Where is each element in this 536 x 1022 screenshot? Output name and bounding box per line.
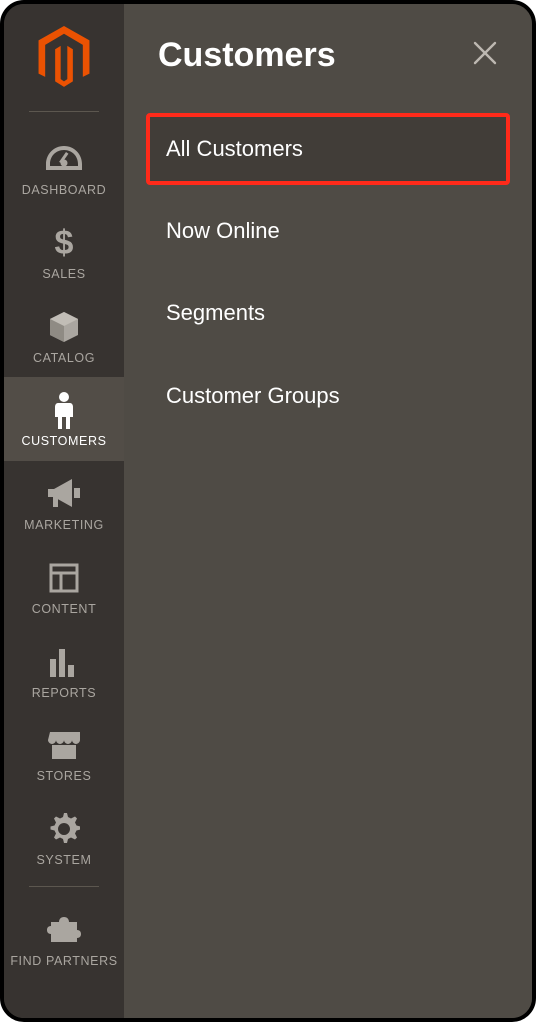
submenu-item-label: Now Online	[166, 219, 490, 243]
gear-icon	[43, 808, 85, 850]
dollar-icon: $	[43, 222, 85, 264]
submenu-item-all-customers[interactable]: All Customers	[146, 113, 510, 185]
nav-label: REPORTS	[32, 687, 96, 701]
divider	[29, 111, 99, 112]
nav-label: CONTENT	[32, 603, 97, 617]
submenu-item-label: All Customers	[166, 137, 490, 161]
layout-icon	[43, 557, 85, 599]
nav-item-catalog[interactable]: CATALOG	[4, 294, 124, 378]
submenu-item-label: Segments	[166, 301, 490, 325]
sidebar: DASHBOARD $ SALES CATALOG	[4, 4, 124, 1018]
box-icon	[43, 306, 85, 348]
submenu-item-now-online[interactable]: Now Online	[146, 195, 510, 267]
person-icon	[43, 389, 85, 431]
nav-item-system[interactable]: SYSTEM	[4, 796, 124, 880]
nav-item-stores[interactable]: STORES	[4, 712, 124, 796]
megaphone-icon	[43, 473, 85, 515]
app-frame: DASHBOARD $ SALES CATALOG	[0, 0, 536, 1022]
submenu-item-customer-groups[interactable]: Customer Groups	[146, 360, 510, 432]
nav-item-reports[interactable]: REPORTS	[4, 629, 124, 713]
puzzle-icon	[43, 909, 85, 951]
nav-item-find-partners[interactable]: FIND PARTNERS	[4, 897, 124, 969]
logo[interactable]	[4, 4, 124, 111]
submenu-item-segments[interactable]: Segments	[146, 277, 510, 349]
close-icon	[471, 39, 499, 72]
close-button[interactable]	[468, 39, 502, 73]
submenu: All Customers Now Online Segments Custom…	[124, 95, 532, 432]
nav-label: CATALOG	[33, 352, 95, 366]
nav-label: STORES	[37, 770, 92, 784]
magento-logo-icon	[36, 26, 92, 93]
svg-text:$: $	[55, 224, 74, 262]
bar-chart-icon	[43, 641, 85, 683]
nav-item-content[interactable]: CONTENT	[4, 545, 124, 629]
divider	[29, 886, 99, 887]
nav-label: CUSTOMERS	[21, 435, 106, 449]
nav-item-marketing[interactable]: MARKETING	[4, 461, 124, 545]
panel-header: Customers	[124, 4, 532, 95]
nav-label: FIND PARTNERS	[10, 955, 117, 969]
nav-item-customers[interactable]: CUSTOMERS	[4, 377, 124, 461]
nav-label: DASHBOARD	[22, 184, 107, 198]
submenu-item-label: Customer Groups	[166, 384, 490, 408]
nav-label: SYSTEM	[37, 854, 92, 868]
gauge-icon	[43, 138, 85, 180]
panel-title: Customers	[158, 36, 336, 75]
customers-panel: Customers All Customers Now Online Segme…	[124, 4, 532, 1018]
store-icon	[43, 724, 85, 766]
nav-item-sales[interactable]: $ SALES	[4, 210, 124, 294]
nav-label: MARKETING	[24, 519, 104, 533]
nav-label: SALES	[42, 268, 85, 282]
nav-item-dashboard[interactable]: DASHBOARD	[4, 126, 124, 210]
